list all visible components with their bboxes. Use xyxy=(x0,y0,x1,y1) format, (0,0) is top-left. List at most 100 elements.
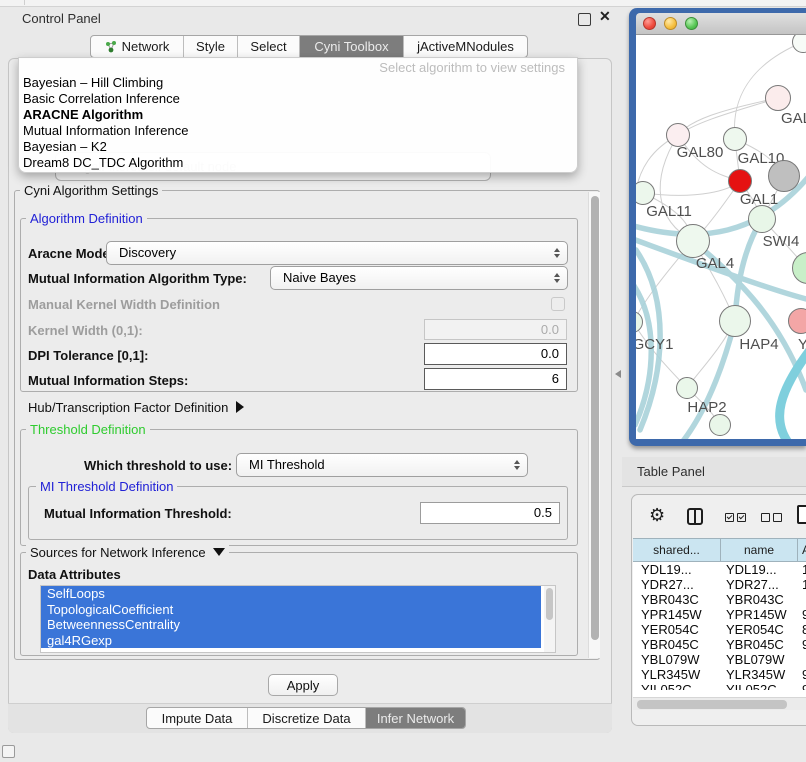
mi-threshold-input[interactable]: 0.5 xyxy=(420,502,560,524)
table-cell[interactable]: 8. xyxy=(798,622,806,637)
close-panel-button[interactable]: ✕ xyxy=(599,8,611,25)
attribute-item-selected[interactable]: TopologicalCoefficient xyxy=(41,602,541,618)
network-canvas[interactable]: GALGAL80GAL10GAL1GAL11SWI4GAL4GCY1HAP4YH… xyxy=(636,35,806,439)
column-header-shared[interactable]: shared... xyxy=(633,538,721,562)
table-cell[interactable]: 13 xyxy=(798,562,806,577)
network-node-hap4[interactable] xyxy=(719,305,751,337)
table-cell[interactable]: YDL19... xyxy=(633,562,721,577)
document-icon[interactable] xyxy=(797,505,806,524)
mi-steps-input[interactable]: 6 xyxy=(424,368,567,390)
deselect-all-squares-icon[interactable] xyxy=(761,513,782,522)
table-row[interactable]: YIL052CYIL052C9. xyxy=(633,682,806,690)
table-cell[interactable] xyxy=(798,652,806,667)
sources-group-title[interactable]: Sources for Network Inference xyxy=(26,545,229,560)
float-window-button[interactable] xyxy=(578,13,591,26)
algorithm-option[interactable]: Bayesian – K2 xyxy=(19,139,577,155)
table-row[interactable]: YLR345WYLR345W9. xyxy=(633,667,806,682)
table-cell[interactable]: YER054C xyxy=(633,622,721,637)
attribute-item-selected[interactable]: gal4RGexp xyxy=(41,633,541,649)
network-node-gal4[interactable] xyxy=(676,224,710,258)
panel-resize-arrow[interactable] xyxy=(615,370,621,378)
table-cell[interactable]: YDL19... xyxy=(721,562,798,577)
algorithm-option[interactable]: Bayesian – Hill Climbing xyxy=(19,75,577,91)
gear-icon[interactable]: ⚙ xyxy=(649,506,665,524)
minimize-window-icon[interactable] xyxy=(664,17,677,30)
attribute-item-selected[interactable]: BetweennessCentrality xyxy=(41,617,541,633)
table-row[interactable]: YBR043CYBR043C xyxy=(633,592,806,607)
tab-network[interactable]: Network xyxy=(91,36,183,57)
table-cell[interactable]: 9. xyxy=(798,637,806,652)
manual-kernel-checkbox[interactable] xyxy=(551,297,565,311)
attributes-scrollbar[interactable] xyxy=(544,586,555,652)
tab-style[interactable]: Style xyxy=(183,36,237,57)
algorithm-option[interactable]: Dream8 DC_TDC Algorithm xyxy=(19,155,577,171)
tab-jactivemnodules[interactable]: jActiveMNodules xyxy=(403,36,527,57)
table-cell[interactable]: YBL079W xyxy=(633,652,721,667)
table-row[interactable]: YPR145WYPR145W9. xyxy=(633,607,806,622)
table-cell[interactable] xyxy=(798,592,806,607)
table-row[interactable]: YER054CYER054C8. xyxy=(633,622,806,637)
table-cell[interactable]: YLR345W xyxy=(633,667,721,682)
algorithm-option-selected[interactable]: ARACNE Algorithm xyxy=(19,107,577,123)
tab-impute-data[interactable]: Impute Data xyxy=(147,708,247,728)
network-node-hap2[interactable] xyxy=(676,377,698,399)
network-node-gcy1[interactable] xyxy=(636,311,643,333)
network-node-swi4[interactable] xyxy=(748,205,776,233)
attributes-scrollbar-thumb[interactable] xyxy=(546,588,553,620)
table-row[interactable]: YBL079WYBL079W xyxy=(633,652,806,667)
mi-type-select[interactable]: Naive Bayes xyxy=(270,266,568,290)
hub-definition-disclosure[interactable]: Hub/Transcription Factor Definition xyxy=(28,401,244,415)
network-node[interactable] xyxy=(792,35,806,53)
network-node[interactable] xyxy=(709,414,731,436)
network-node-gal10[interactable] xyxy=(723,127,747,151)
apply-button[interactable]: Apply xyxy=(268,674,338,696)
settings-scrollbar-thumb[interactable] xyxy=(591,196,599,640)
panel-grip-icon[interactable] xyxy=(2,745,15,758)
table-cell[interactable]: 12 xyxy=(798,577,806,592)
table-cell[interactable]: YPR145W xyxy=(633,607,721,622)
table-cell[interactable]: YLR345W xyxy=(721,667,798,682)
close-window-icon[interactable] xyxy=(643,17,656,30)
attribute-item-selected[interactable]: SelfLoops xyxy=(41,586,541,602)
table-horizontal-scrollbar[interactable] xyxy=(633,697,806,710)
network-node-gal1[interactable] xyxy=(728,169,752,193)
which-threshold-select[interactable]: MI Threshold xyxy=(236,453,528,477)
table-cell[interactable]: YIL052C xyxy=(721,682,798,690)
table-cell[interactable]: 9. xyxy=(798,607,806,622)
tab-infer-network[interactable]: Infer Network xyxy=(365,708,465,728)
table-cell[interactable]: 9. xyxy=(798,682,806,690)
dpi-tolerance-input[interactable]: 0.0 xyxy=(424,343,567,365)
column-header-partial[interactable]: A xyxy=(798,538,806,562)
network-node[interactable] xyxy=(768,160,800,192)
network-window-titlebar[interactable] xyxy=(636,13,806,35)
table-row[interactable]: YBR045CYBR045C9. xyxy=(633,637,806,652)
settings-scrollbar[interactable] xyxy=(588,192,600,658)
table-cell[interactable]: YBL079W xyxy=(721,652,798,667)
aracne-mode-select[interactable]: Discovery xyxy=(106,241,568,265)
table-cell[interactable]: YBR043C xyxy=(633,592,721,607)
column-header-name[interactable]: name xyxy=(721,538,798,562)
network-node-y[interactable] xyxy=(788,308,806,334)
table-cell[interactable]: 9. xyxy=(798,667,806,682)
tab-cyni-toolbox[interactable]: Cyni Toolbox xyxy=(299,36,403,57)
table-cell[interactable]: YDR27... xyxy=(633,577,721,592)
select-all-checks-icon[interactable] xyxy=(725,513,746,522)
columns-icon[interactable] xyxy=(687,508,703,525)
network-node-gal[interactable] xyxy=(765,85,791,111)
algorithm-option[interactable]: Mutual Information Inference xyxy=(19,123,577,139)
table-row[interactable]: YDL19...YDL19...13 xyxy=(633,562,806,577)
zoom-window-icon[interactable] xyxy=(685,17,698,30)
kernel-width-input[interactable]: 0.0 xyxy=(424,319,567,340)
network-node[interactable] xyxy=(792,252,806,284)
table-hscrollbar-thumb[interactable] xyxy=(637,700,787,709)
table-cell[interactable]: YIL052C xyxy=(633,682,721,690)
table-cell[interactable]: YER054C xyxy=(721,622,798,637)
algorithm-option[interactable]: Basic Correlation Inference xyxy=(19,91,577,107)
table-cell[interactable]: YBR045C xyxy=(633,637,721,652)
table-cell[interactable]: YDR27... xyxy=(721,577,798,592)
network-node-gal11[interactable] xyxy=(636,181,655,205)
table-cell[interactable]: YBR045C xyxy=(721,637,798,652)
table-cell[interactable]: YPR145W xyxy=(721,607,798,622)
table-row[interactable]: YDR27...YDR27...12 xyxy=(633,577,806,592)
tab-select[interactable]: Select xyxy=(237,36,299,57)
